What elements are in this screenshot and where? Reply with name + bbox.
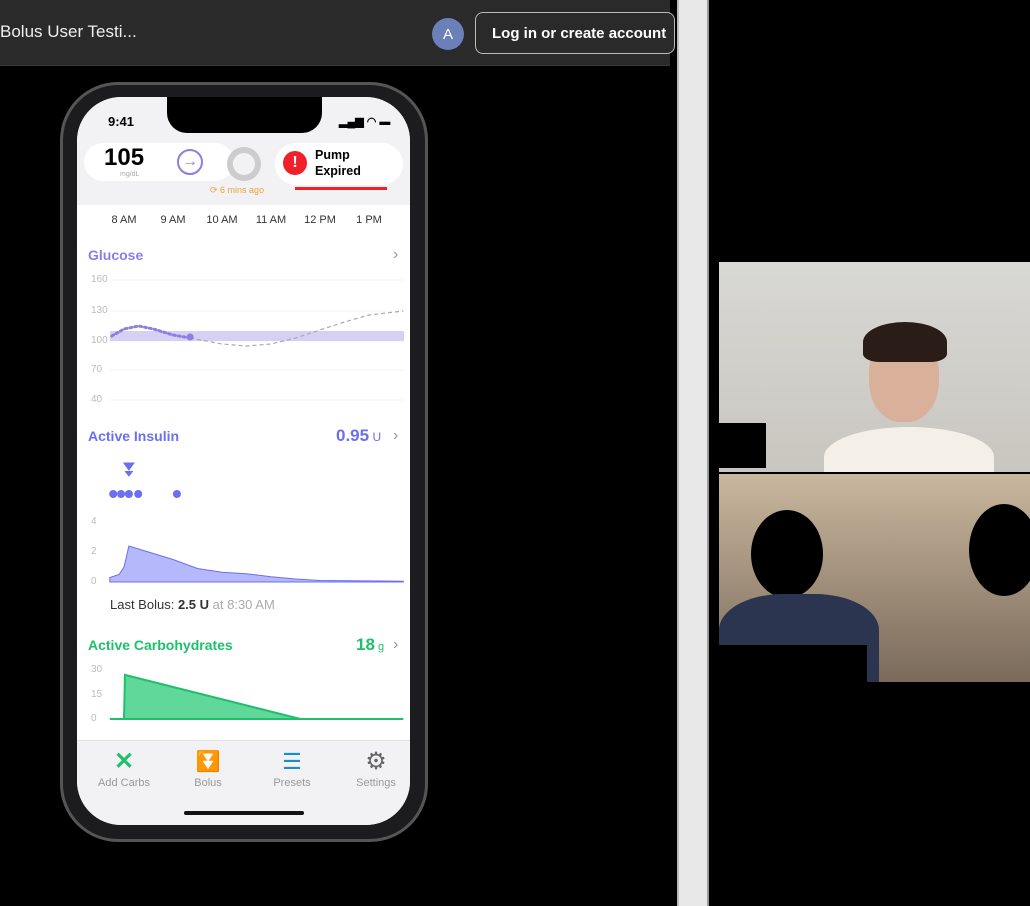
y-tick-label: 160 bbox=[91, 274, 108, 285]
avatar[interactable]: A bbox=[432, 18, 464, 50]
sliders-icon: ☰ bbox=[282, 749, 302, 774]
y-tick-label: 4 bbox=[91, 516, 97, 527]
redaction-box bbox=[709, 645, 867, 687]
insulin-dose-dot bbox=[109, 490, 118, 498]
tab-label: Presets bbox=[273, 777, 311, 789]
time-label: 1 PM bbox=[356, 214, 382, 226]
tab-label: Add Carbs bbox=[98, 777, 150, 789]
bolus-icon: ⏬ bbox=[195, 751, 221, 773]
insulin-dose-dot bbox=[117, 490, 126, 498]
fork-spoon-icon: ✕ bbox=[113, 748, 135, 775]
y-tick-label: 0 bbox=[91, 576, 97, 587]
document-title: Bolus User Testi... bbox=[0, 22, 137, 41]
time-label: 12 PM bbox=[304, 214, 336, 226]
insulin-area bbox=[109, 545, 404, 583]
tab-label: Bolus bbox=[194, 777, 222, 789]
y-tick-label: 30 bbox=[91, 664, 103, 675]
tab-add-carbs[interactable]: ✕ Add Carbs bbox=[89, 747, 159, 797]
y-tick-label: 100 bbox=[91, 335, 108, 346]
charts bbox=[109, 279, 404, 720]
gear-icon: ⚙ bbox=[365, 748, 387, 775]
tab-presets[interactable]: ☰ Presets bbox=[257, 747, 327, 797]
y-tick-label: 40 bbox=[91, 394, 103, 405]
y-tick-label: 15 bbox=[91, 689, 103, 700]
home-indicator bbox=[184, 811, 304, 815]
tab-settings[interactable]: ⚙ Settings bbox=[341, 747, 410, 797]
login-button[interactable]: Log in or create account bbox=[475, 12, 675, 54]
y-tick-label: 70 bbox=[91, 364, 103, 375]
target-range-band bbox=[110, 331, 404, 341]
phone-screen: 9:41 ▂▄▆ ◠ ▬ 105 mg/dL → ⟳ 6 mins ago ! … bbox=[77, 97, 410, 825]
current-glucose-point bbox=[186, 333, 194, 341]
insulin-dose-dot bbox=[134, 490, 143, 498]
time-label: 9 AM bbox=[160, 214, 186, 226]
y-tick-label: 0 bbox=[91, 713, 97, 724]
y-tick-label: 2 bbox=[91, 546, 97, 557]
time-label: 11 AM bbox=[255, 214, 287, 226]
time-label: 8 AM bbox=[111, 214, 137, 226]
redaction-box bbox=[719, 423, 766, 468]
phone-notch bbox=[167, 97, 322, 133]
insulin-dose-dot bbox=[124, 490, 133, 498]
time-label: 10 AM bbox=[206, 214, 238, 226]
panel-divider[interactable] bbox=[677, 0, 709, 906]
bolus-marker-icon bbox=[122, 462, 135, 477]
tab-bolus[interactable]: ⏬ Bolus bbox=[173, 747, 243, 797]
carbs-area bbox=[109, 673, 404, 720]
insulin-dose-dot bbox=[172, 490, 181, 498]
y-tick-label: 130 bbox=[91, 305, 108, 316]
tab-label: Settings bbox=[356, 777, 396, 789]
